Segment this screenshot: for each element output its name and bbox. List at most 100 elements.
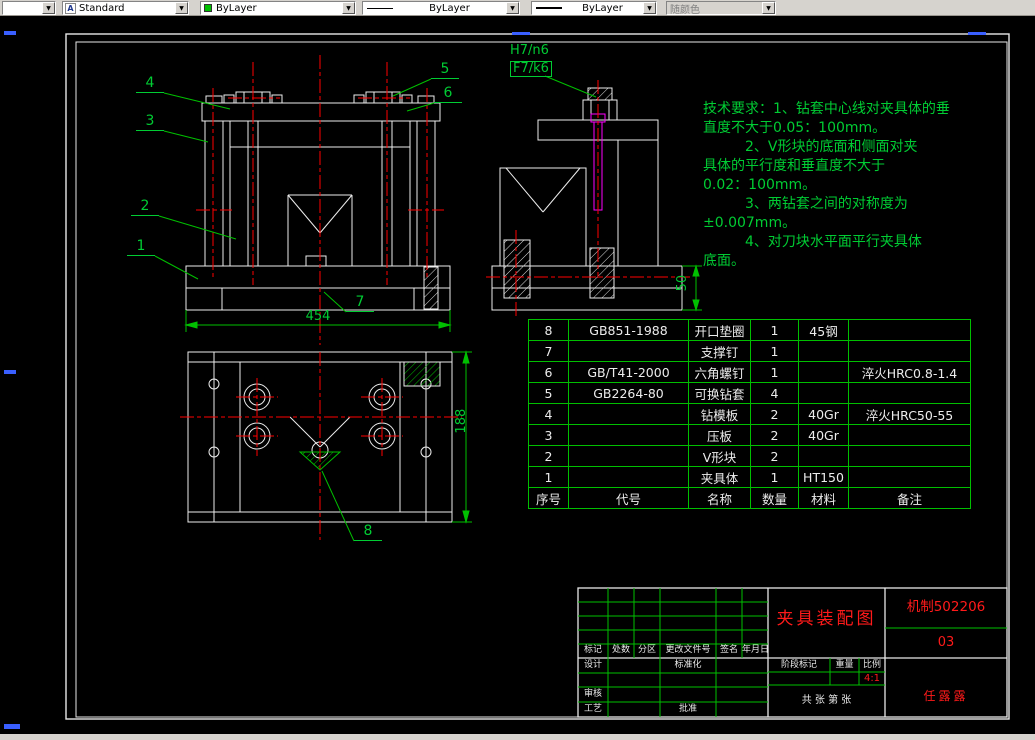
part-name: 压板 — [688, 424, 751, 446]
text-style-icon: A — [65, 2, 76, 14]
drawing-number: 机制502206 — [906, 599, 986, 615]
rev-header: 处数 — [611, 645, 630, 655]
part-remark — [848, 445, 971, 467]
tech-req-line: 2、V形块的底面和侧面对夹 — [703, 139, 918, 155]
part-qty: 2 — [750, 403, 799, 425]
drawing-canvas[interactable]: H7/n6 F7/k6 技术要求：1、钻套中心线对夹具体的垂 直度不大于0.05… — [0, 0, 1035, 740]
color-arrow-icon[interactable]: ▼ — [342, 2, 355, 14]
tech-req-line: 0.02：100mm。 — [703, 177, 817, 193]
part-code: GB/T41-2000 — [568, 361, 689, 383]
part-name: 支撑钉 — [688, 340, 751, 362]
sheet-info: 共 张 第 张 — [801, 695, 852, 706]
sheet-code: 03 — [937, 635, 955, 650]
part-code — [568, 466, 689, 488]
part-qty: 2 — [750, 445, 799, 467]
part-code — [568, 403, 689, 425]
balloon-2: 2 — [131, 198, 159, 216]
part-no: 8 — [528, 319, 569, 341]
lineweight-combo[interactable]: ByLayer ▼ — [531, 1, 657, 15]
tech-req-line: 技术要求：1、钻套中心线对夹具体的垂 — [703, 101, 950, 117]
part-remark — [848, 382, 971, 404]
color-combo[interactable]: ByLayer ▼ — [200, 1, 356, 15]
signature: 任露露 — [923, 689, 969, 703]
tech-req-line: 直度不大于0.05：100mm。 — [703, 120, 887, 136]
label-standardization: 标准化 — [674, 660, 702, 670]
table-row: 4 钻模板 2 40Gr 淬火HRC50-55 — [528, 403, 971, 425]
dimension-188: 188 — [453, 408, 469, 434]
col-header: 代号 — [568, 487, 689, 509]
part-qty: 4 — [750, 382, 799, 404]
dimension-50: 50 — [674, 274, 690, 292]
balloon-5: 5 — [431, 61, 459, 79]
part-qty: 1 — [750, 340, 799, 362]
rev-header: 签名 — [719, 645, 738, 655]
part-code: GB2264-80 — [568, 382, 689, 404]
part-qty: 1 — [750, 466, 799, 488]
drawing-title: 夹具装配图 — [776, 609, 877, 629]
part-name: 钻模板 — [688, 403, 751, 425]
lineweight-value: ByLayer — [582, 2, 623, 14]
part-material: HT150 — [798, 466, 849, 488]
part-material — [798, 445, 849, 467]
fit-label-top: H7/n6 — [510, 43, 549, 58]
part-material: 40Gr — [798, 403, 849, 425]
text-style-arrow-icon[interactable]: ▼ — [175, 2, 188, 14]
layer-combo-arrow-icon[interactable]: ▼ — [42, 2, 55, 14]
part-material — [798, 382, 849, 404]
tech-req-line: 4、对刀块水平面平行夹具体 — [703, 234, 922, 250]
lineweight-icon — [536, 7, 562, 9]
rev-header: 年月日 — [742, 645, 770, 655]
linetype-combo[interactable]: ByLayer ▼ — [362, 1, 520, 15]
table-row: 7 支撑钉 1 — [528, 340, 971, 362]
color-swatch-icon — [204, 4, 212, 12]
layer-combo[interactable]: ▼ — [2, 1, 56, 15]
label-stage-mark: 阶段标记 — [780, 660, 817, 670]
rev-header: 标记 — [583, 645, 602, 655]
part-code — [568, 445, 689, 467]
col-header: 序号 — [528, 487, 569, 509]
part-qty: 2 — [750, 424, 799, 446]
tech-req-line: 底面。 — [703, 253, 745, 269]
part-no: 3 — [528, 424, 569, 446]
fit-label-bottom: F7/k6 — [510, 61, 552, 78]
color-value: ByLayer — [216, 2, 257, 14]
front-view[interactable] — [185, 91, 451, 311]
dimension-454: 454 — [305, 309, 331, 324]
part-code — [568, 340, 689, 362]
plot-style-combo[interactable]: 随颜色 ▼ — [666, 1, 776, 15]
part-name: V形块 — [688, 445, 751, 467]
linetype-arrow-icon[interactable]: ▼ — [506, 2, 519, 14]
table-header-row: 序号 代号 名称 数量 材料 备注 — [528, 487, 971, 509]
object-properties-toolbar: ▼ A Standard ▼ ByLayer ▼ ByLayer ▼ ByLay… — [0, 0, 1035, 16]
part-name: 六角螺钉 — [688, 361, 751, 383]
table-row: 8 GB851-1988 开口垫圈 1 45钢 — [528, 319, 971, 341]
balloon-6: 6 — [434, 85, 462, 103]
part-material: 40Gr — [798, 424, 849, 446]
label-approve: 批准 — [678, 704, 697, 714]
part-remark: 淬火HRC0.8-1.4 — [848, 361, 971, 383]
part-material — [798, 340, 849, 362]
rev-header: 更改文件号 — [665, 645, 711, 655]
table-row: 2 V形块 2 — [528, 445, 971, 467]
col-header: 名称 — [688, 487, 751, 509]
part-no: 6 — [528, 361, 569, 383]
part-remark — [848, 466, 971, 488]
tech-req-line: 具体的平行度和垂直度不大于 — [703, 158, 885, 174]
text-style-combo[interactable]: A Standard ▼ — [62, 1, 189, 15]
part-name: 可换钻套 — [688, 382, 751, 404]
balloon-8: 8 — [354, 523, 382, 541]
part-remark — [848, 340, 971, 362]
linetype-value: ByLayer — [429, 2, 470, 14]
table-row: 5 GB2264-80 可换钻套 4 — [528, 382, 971, 404]
balloon-1: 1 — [127, 238, 155, 256]
lineweight-arrow-icon[interactable]: ▼ — [643, 2, 656, 14]
balloon-7: 7 — [346, 294, 374, 312]
part-no: 4 — [528, 403, 569, 425]
part-remark — [848, 319, 971, 341]
col-header: 材料 — [798, 487, 849, 509]
balloon-3: 3 — [136, 113, 164, 131]
part-name: 夹具体 — [688, 466, 751, 488]
part-material: 45钢 — [798, 319, 849, 341]
part-qty: 1 — [750, 319, 799, 341]
tech-req-line: 3、两钻套之间的对称度为 — [703, 196, 908, 212]
